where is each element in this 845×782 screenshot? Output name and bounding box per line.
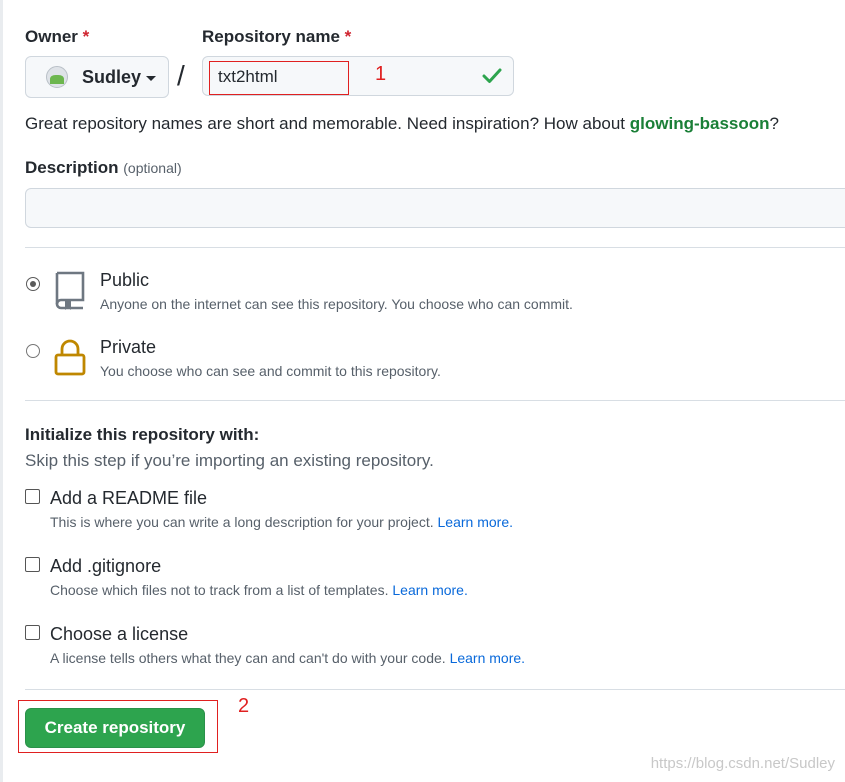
repo-name-hint: Great repository names are short and mem… bbox=[25, 114, 780, 133]
license-learn-more-link[interactable]: Learn more. bbox=[450, 650, 525, 666]
repo-name-label: Repository name * bbox=[202, 27, 352, 46]
owner-repo-separator: / bbox=[177, 60, 185, 91]
license-title: Choose a license bbox=[50, 624, 189, 644]
watermark: https://blog.csdn.net/Sudley bbox=[650, 755, 835, 772]
create-repository-button[interactable]: Create repository bbox=[25, 708, 205, 748]
description-input[interactable] bbox=[25, 188, 845, 228]
avatar bbox=[46, 66, 68, 88]
private-radio[interactable] bbox=[26, 344, 40, 358]
annotation-box-1 bbox=[209, 61, 349, 95]
initialize-subtitle: Skip this step if you’re importing an ex… bbox=[25, 451, 434, 470]
readme-checkbox[interactable] bbox=[25, 489, 40, 504]
lock-icon bbox=[54, 339, 86, 376]
divider bbox=[25, 247, 845, 248]
gitignore-checkbox[interactable] bbox=[25, 557, 40, 572]
private-desc: You choose who can see and commit to thi… bbox=[100, 363, 441, 379]
caret-down-icon bbox=[146, 75, 157, 81]
gitignore-title: Add .gitignore bbox=[50, 556, 162, 576]
annotation-number-2: 2 bbox=[238, 695, 250, 717]
license-desc: A license tells others what they can and… bbox=[50, 650, 526, 666]
annotation-number-1: 1 bbox=[375, 63, 387, 85]
owner-select-button[interactable]: Sudley bbox=[25, 56, 169, 98]
readme-title: Add a README file bbox=[50, 488, 208, 508]
owner-label: Owner * bbox=[25, 27, 90, 46]
gitignore-learn-more-link[interactable]: Learn more. bbox=[392, 582, 467, 598]
gitignore-desc: Choose which files not to track from a l… bbox=[50, 582, 468, 598]
owner-name: Sudley bbox=[82, 66, 142, 87]
readme-learn-more-link[interactable]: Learn more. bbox=[438, 514, 513, 530]
description-label: Description (optional) bbox=[25, 158, 182, 177]
private-title: Private bbox=[100, 337, 157, 357]
check-icon bbox=[482, 68, 502, 83]
repo-book-icon bbox=[55, 271, 85, 310]
public-radio[interactable] bbox=[26, 277, 40, 291]
readme-desc: This is where you can write a long descr… bbox=[50, 514, 513, 530]
page-edge bbox=[0, 0, 3, 782]
public-desc: Anyone on the internet can see this repo… bbox=[100, 296, 573, 312]
license-checkbox[interactable] bbox=[25, 625, 40, 640]
public-title: Public bbox=[100, 270, 150, 290]
divider bbox=[25, 689, 845, 690]
initialize-title: Initialize this repository with: bbox=[25, 425, 260, 444]
suggested-name-link[interactable]: glowing-bassoon bbox=[630, 114, 770, 133]
divider bbox=[25, 400, 845, 401]
